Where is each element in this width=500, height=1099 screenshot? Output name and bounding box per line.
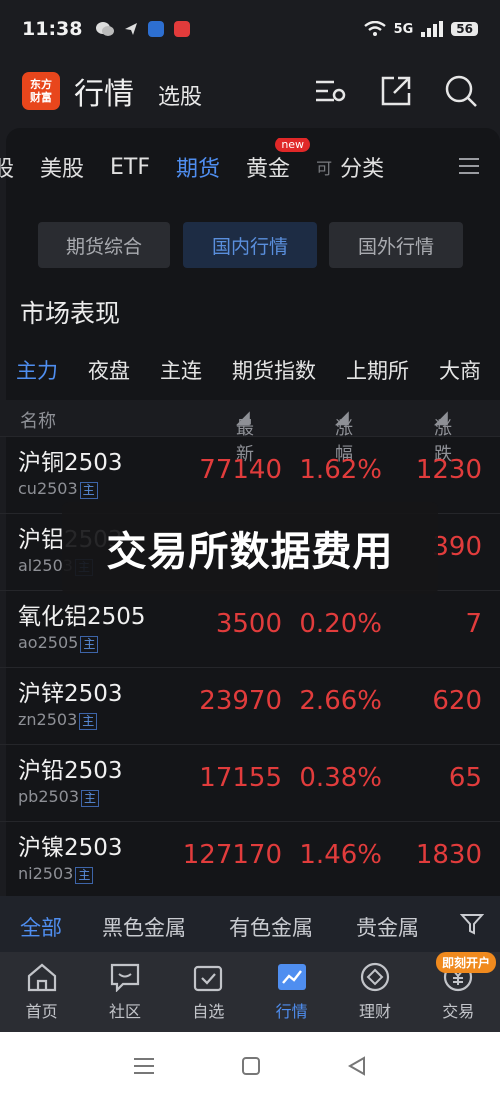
- recent-apps-icon[interactable]: [133, 1057, 155, 1075]
- col-change[interactable]: 涨跌 ◢: [434, 407, 452, 465]
- open-account-badge[interactable]: 即刻开户: [435, 952, 496, 973]
- signal-icon: [421, 21, 444, 37]
- tab-gold[interactable]: 黄金 new: [246, 138, 311, 183]
- col-name: 名称: [20, 411, 56, 432]
- stock-picker-link[interactable]: 选股: [158, 79, 202, 111]
- app-header: 东方 财富 行情 选股: [0, 58, 500, 124]
- section-title: 市场表现: [20, 299, 121, 328]
- nav-market[interactable]: 行情: [250, 952, 333, 1032]
- table-row[interactable]: 氧化铝2505 ao2505 主 3500 0.20% 7: [0, 590, 500, 667]
- nav-wealth[interactable]: 理财: [333, 952, 416, 1032]
- market-chart-icon: [277, 964, 306, 990]
- filter-ferrous[interactable]: 黑色金属: [102, 912, 186, 942]
- diamond-icon: [360, 962, 390, 992]
- watchlist-icon: [194, 965, 223, 992]
- table-row[interactable]: 沪镍2503 ni2503 主 127170 1.46% 1830: [0, 821, 500, 898]
- network-type: 5G: [393, 21, 414, 37]
- battery-level: 56: [451, 22, 478, 36]
- category-tabs: 股 美股 ETF 期货 黄金 new 可 分类: [0, 138, 500, 196]
- back-icon[interactable]: [347, 1055, 367, 1076]
- tab-category[interactable]: 分类: [340, 151, 384, 183]
- settings-list-icon[interactable]: [314, 76, 348, 106]
- segment-futures-overview[interactable]: 期货综合: [38, 222, 170, 268]
- system-nav-bar: [0, 1032, 500, 1099]
- tab-convertible[interactable]: 可: [316, 155, 332, 179]
- col-change-pct[interactable]: 涨幅 ◢: [335, 407, 353, 465]
- nav-home[interactable]: 首页: [0, 952, 83, 1032]
- filter-bar: 全部 黑色金属 有色金属 贵金属: [0, 896, 500, 952]
- segment-domestic[interactable]: 国内行情: [183, 222, 317, 268]
- app-logo[interactable]: 东方 财富: [22, 72, 60, 110]
- tab-dce[interactable]: 大商: [439, 355, 481, 385]
- filter-all[interactable]: 全部: [20, 912, 62, 942]
- notification-icons: [96, 21, 191, 37]
- tab-etf[interactable]: ETF: [110, 155, 150, 180]
- tab-main[interactable]: 主力: [16, 355, 58, 385]
- new-badge: new: [275, 138, 311, 152]
- clock: 11:38: [22, 18, 83, 40]
- nav-watchlist[interactable]: 自选: [167, 952, 250, 1032]
- tab-shfe[interactable]: 上期所: [346, 355, 409, 385]
- search-icon[interactable]: [444, 74, 478, 108]
- chat-icon: [110, 963, 140, 992]
- table-header: 名称 最新 ◢ 涨幅 ◢ 涨跌 ◢: [0, 400, 500, 465]
- status-bar: 11:38 5G 56: [0, 0, 500, 58]
- filter-icon[interactable]: [460, 912, 484, 936]
- wechat-icon: [96, 22, 115, 36]
- tab-continuous[interactable]: 主连: [160, 355, 202, 385]
- menu-icon[interactable]: [458, 156, 480, 176]
- home-button-icon[interactable]: [241, 1056, 261, 1076]
- tab-index[interactable]: 期货指数: [232, 355, 316, 385]
- share-icon[interactable]: [380, 75, 412, 107]
- nav-trade[interactable]: 即刻开户 交易: [417, 952, 500, 1032]
- app-notification-icon-2: [174, 21, 191, 37]
- bottom-nav: 首页 社区 自选 行情 理财 即刻开户 交易: [0, 952, 500, 1032]
- filter-precious[interactable]: 贵金属: [356, 912, 419, 942]
- home-icon: [27, 963, 56, 992]
- table-row[interactable]: 沪铅2503 pb2503 主 17155 0.38% 65: [0, 744, 500, 821]
- nav-community[interactable]: 社区: [83, 952, 166, 1032]
- toast-message: 交易所数据费用: [62, 502, 438, 594]
- send-icon: [125, 23, 138, 35]
- tab-night[interactable]: 夜盘: [88, 355, 130, 385]
- segment-overseas[interactable]: 国外行情: [329, 222, 463, 268]
- market-tabs: 主力 夜盘 主连 期货指数 上期所 大商: [0, 350, 500, 390]
- col-latest[interactable]: 最新 ◢: [236, 407, 254, 465]
- filter-nonferrous[interactable]: 有色金属: [229, 912, 313, 942]
- tab-us-stock[interactable]: 美股: [40, 151, 84, 183]
- tab-stock[interactable]: 股: [0, 151, 14, 183]
- app-notification-icon: [148, 21, 165, 37]
- table-row[interactable]: 沪锌2503 zn2503 主 23970 2.66% 620: [0, 667, 500, 744]
- tab-futures[interactable]: 期货: [176, 151, 220, 183]
- wifi-icon: [363, 21, 386, 36]
- page-title: 行情: [74, 77, 134, 112]
